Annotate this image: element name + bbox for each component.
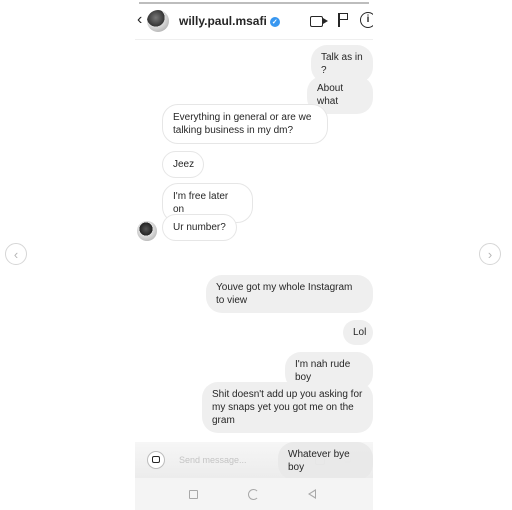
back-chevron-icon[interactable]: ‹ [137,11,142,29]
message-input[interactable] [179,452,289,468]
info-icon[interactable]: i [360,12,373,28]
username-text: willy.paul.msafi [179,14,267,28]
recent-apps-icon[interactable] [189,490,198,499]
next-story-button[interactable]: › [479,243,501,265]
message-text: Ur number? [173,222,226,233]
message-text: Youve got my whole Instagram to view [216,282,353,306]
chat-header: ‹ willy.paul.msafi ✓ i [135,0,373,40]
previous-story-button[interactable]: ‹ [5,243,27,265]
message-text: Shit doesn't add up you asking for my sn… [212,389,363,426]
message-bubble: Whatever bye boy [278,442,373,480]
verified-badge-icon: ✓ [269,17,280,27]
message-text: Whatever bye boy [288,449,350,473]
camera-icon [152,456,160,463]
message-bubble: Jeez [162,151,204,178]
phone-screenshot: ‹ willy.paul.msafi ✓ i Talk as in ? About… [135,0,373,510]
message-bubble: Everything in general or are we talking … [162,104,328,144]
android-navigation-bar [135,478,373,510]
message-bubble: Shit doesn't add up you asking for my sn… [202,382,373,433]
back-icon[interactable] [308,489,316,499]
video-call-icon[interactable] [310,16,328,27]
chevron-right-icon: › [487,246,493,262]
message-text: Lol [353,327,367,338]
message-bubble: Lol [343,320,373,345]
message-text: Talk as in ? [321,52,363,76]
chevron-left-icon: ‹ [13,246,19,262]
message-text: I'm free later on [173,191,229,215]
home-icon[interactable] [248,489,259,500]
camera-button[interactable] [147,451,165,469]
message-text: Everything in general or are we talking … [173,112,312,136]
story-progress-fill [139,2,369,4]
message-text: I'm nah rude boy [295,359,351,383]
message-text: About what [317,83,344,107]
message-bubble: Youve got my whole Instagram to view [206,275,373,313]
message-bubble: Ur number? [162,214,237,241]
flag-icon[interactable] [338,13,348,27]
username-label[interactable]: willy.paul.msafi ✓ [179,14,280,28]
story-progress-bar [139,2,369,4]
profile-avatar[interactable] [147,10,169,32]
sender-avatar[interactable] [137,221,157,241]
message-text: Jeez [173,159,195,170]
